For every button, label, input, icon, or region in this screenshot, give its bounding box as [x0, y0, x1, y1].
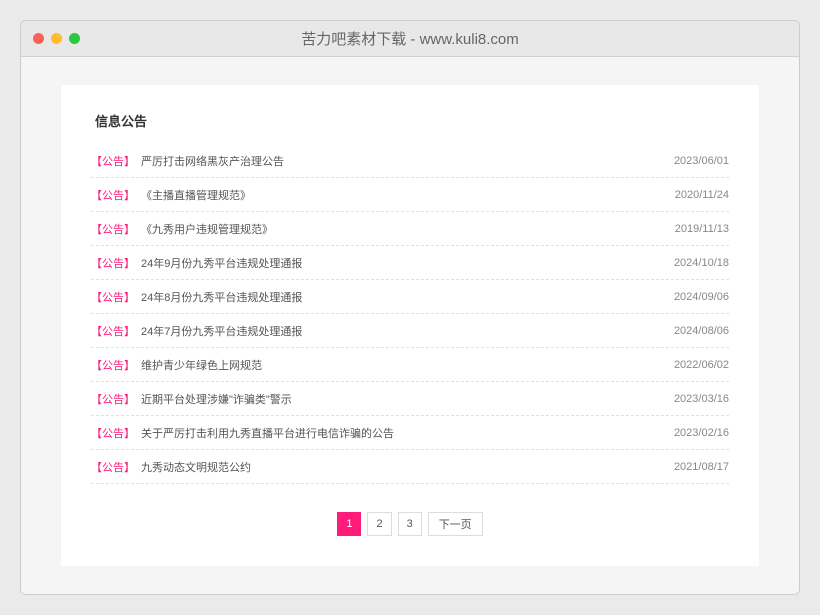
announcement-tag: 【公告】: [91, 289, 135, 305]
page-button-2[interactable]: 2: [367, 512, 391, 536]
announcements-panel: 信息公告 【公告】严厉打击网络黑灰产治理公告2023/06/01【公告】《主播直…: [61, 85, 759, 566]
panel-heading: 信息公告: [91, 105, 729, 144]
announcement-date: 2023/06/01: [674, 155, 729, 167]
announcement-date: 2023/03/16: [674, 393, 729, 405]
minimize-icon[interactable]: [51, 33, 62, 44]
announcement-title: 24年9月份九秀平台违规处理通报: [141, 255, 302, 271]
announcement-title: 维护青少年绿色上网规范: [141, 357, 262, 373]
announcements-list: 【公告】严厉打击网络黑灰产治理公告2023/06/01【公告】《主播直播管理规范…: [91, 144, 729, 484]
list-item[interactable]: 【公告】《九秀用户违规管理规范》 2019/11/13: [91, 212, 729, 246]
announcement-tag: 【公告】: [91, 391, 135, 407]
announcement-title: 关于严厉打击利用九秀直播平台进行电信诈骗的公告: [141, 425, 394, 441]
pagination: 123下一页: [91, 512, 729, 536]
announcement-title: 严厉打击网络黑灰产治理公告: [141, 153, 284, 169]
announcement-date: 2023/02/16: [674, 427, 729, 439]
announcement-date: 2024/08/06: [674, 325, 729, 337]
list-item-left: 【公告】《九秀用户违规管理规范》: [91, 221, 273, 237]
announcement-title: 《主播直播管理规范》: [141, 187, 251, 203]
content-area: 信息公告 【公告】严厉打击网络黑灰产治理公告2023/06/01【公告】《主播直…: [21, 57, 799, 594]
list-item-left: 【公告】 24年7月份九秀平台违规处理通报: [91, 323, 302, 339]
announcement-title: 24年7月份九秀平台违规处理通报: [141, 323, 302, 339]
list-item[interactable]: 【公告】严厉打击网络黑灰产治理公告 2023/06/01: [91, 144, 729, 178]
page-button-1[interactable]: 1: [337, 512, 361, 536]
announcement-date: 2024/09/06: [674, 291, 729, 303]
window-title: 苦力吧素材下载 - www.kuli8.com: [21, 28, 799, 49]
list-item[interactable]: 【公告】 24年8月份九秀平台违规处理通报 2024/09/06: [91, 280, 729, 314]
close-icon[interactable]: [33, 33, 44, 44]
list-item-left: 【公告】九秀动态文明规范公约: [91, 459, 251, 475]
list-item[interactable]: 【公告】《主播直播管理规范》 2020/11/24: [91, 178, 729, 212]
announcement-title: 24年8月份九秀平台违规处理通报: [141, 289, 302, 305]
announcement-date: 2022/06/02: [674, 359, 729, 371]
list-item-left: 【公告】严厉打击网络黑灰产治理公告: [91, 153, 284, 169]
announcement-date: 2019/11/13: [675, 223, 729, 235]
announcement-date: 2021/08/17: [674, 461, 729, 473]
announcement-tag: 【公告】: [91, 187, 135, 203]
list-item[interactable]: 【公告】近期平台处理涉嫌"诈骗类"警示 2023/03/16: [91, 382, 729, 416]
announcement-tag: 【公告】: [91, 459, 135, 475]
list-item-left: 【公告】近期平台处理涉嫌"诈骗类"警示: [91, 391, 292, 407]
list-item-left: 【公告】 24年9月份九秀平台违规处理通报: [91, 255, 302, 271]
announcement-tag: 【公告】: [91, 255, 135, 271]
page-button-3[interactable]: 3: [398, 512, 422, 536]
announcement-tag: 【公告】: [91, 323, 135, 339]
list-item[interactable]: 【公告】 24年7月份九秀平台违规处理通报 2024/08/06: [91, 314, 729, 348]
announcement-tag: 【公告】: [91, 357, 135, 373]
maximize-icon[interactable]: [69, 33, 80, 44]
list-item[interactable]: 【公告】关于严厉打击利用九秀直播平台进行电信诈骗的公告 2023/02/16: [91, 416, 729, 450]
list-item-left: 【公告】 24年8月份九秀平台违规处理通报: [91, 289, 302, 305]
titlebar: 苦力吧素材下载 - www.kuli8.com: [21, 21, 799, 57]
announcement-date: 2024/10/18: [674, 257, 729, 269]
announcement-title: 近期平台处理涉嫌"诈骗类"警示: [141, 391, 292, 407]
announcement-tag: 【公告】: [91, 425, 135, 441]
list-item-left: 【公告】维护青少年绿色上网规范: [91, 357, 262, 373]
list-item-left: 【公告】《主播直播管理规范》: [91, 187, 251, 203]
traffic-lights: [33, 33, 80, 44]
list-item[interactable]: 【公告】 24年9月份九秀平台违规处理通报 2024/10/18: [91, 246, 729, 280]
announcement-date: 2020/11/24: [675, 189, 729, 201]
list-item-left: 【公告】关于严厉打击利用九秀直播平台进行电信诈骗的公告: [91, 425, 394, 441]
list-item[interactable]: 【公告】维护青少年绿色上网规范 2022/06/02: [91, 348, 729, 382]
announcement-tag: 【公告】: [91, 221, 135, 237]
app-window: 苦力吧素材下载 - www.kuli8.com 信息公告 【公告】严厉打击网络黑…: [20, 20, 800, 595]
announcement-title: 九秀动态文明规范公约: [141, 459, 251, 475]
announcement-tag: 【公告】: [91, 153, 135, 169]
announcement-title: 《九秀用户违规管理规范》: [141, 221, 273, 237]
next-page-button[interactable]: 下一页: [428, 512, 483, 536]
list-item[interactable]: 【公告】九秀动态文明规范公约 2021/08/17: [91, 450, 729, 484]
